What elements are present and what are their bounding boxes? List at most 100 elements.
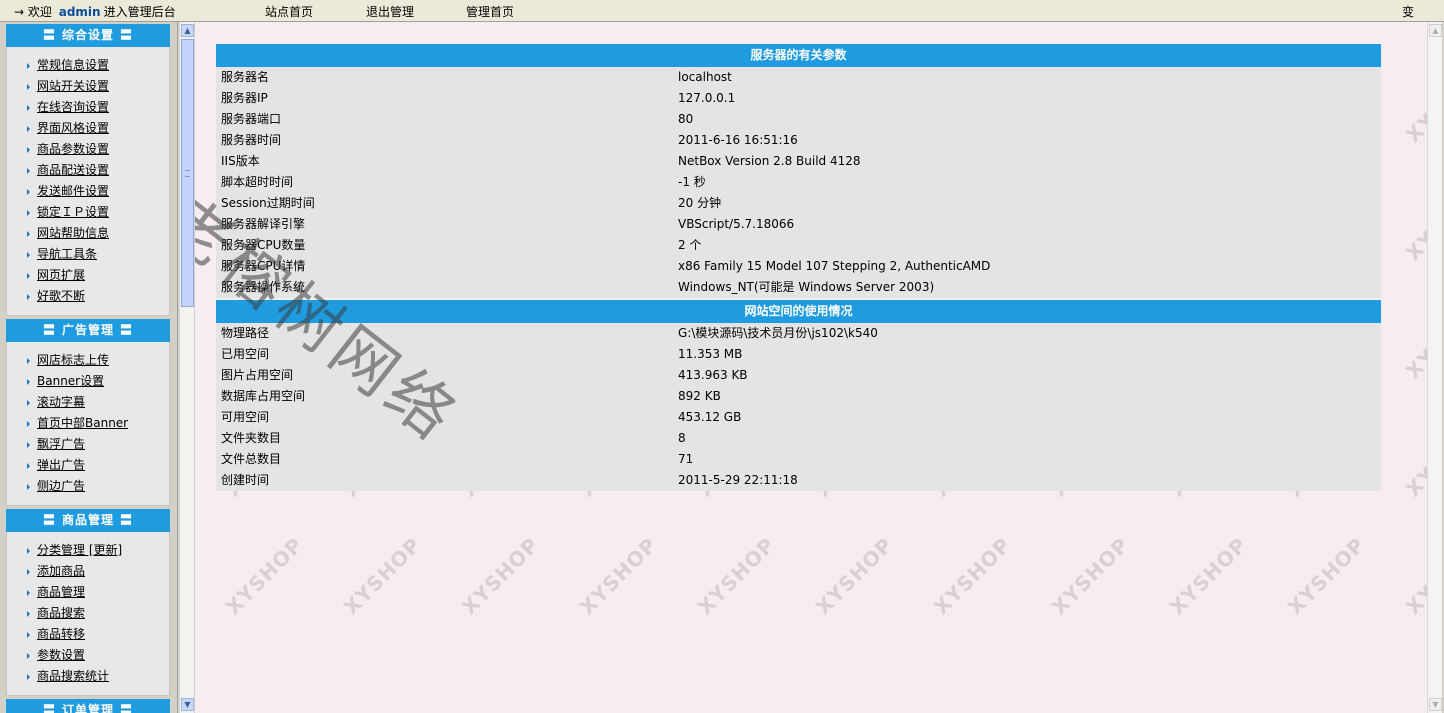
main-scrollbar[interactable]: ▲ ▼ (1427, 22, 1442, 713)
info-row: 文件总数目 71 (216, 449, 1381, 470)
arrow-right-icon (27, 569, 30, 575)
sidebar-menu-label[interactable]: 常规信息设置 (37, 58, 109, 72)
sidebar-menu-item[interactable]: 商品管理 (7, 582, 169, 603)
sidebar-menu-label[interactable]: 商品配送设置 (37, 163, 109, 177)
sidebar-menu-item[interactable]: 滚动字幕 (7, 392, 169, 413)
sidebar-menu-label[interactable]: 网站开关设置 (37, 79, 109, 93)
arrow-right-icon (27, 358, 30, 364)
sidebar-menu-label[interactable]: 好歌不断 (37, 289, 85, 303)
info-label: 数据库占用空间 (221, 389, 306, 403)
arrow-right-icon (27, 379, 30, 385)
arrow-icon: → (14, 5, 25, 19)
welcome-suffix: 进入管理后台 (103, 5, 176, 19)
sidebar-menu-label[interactable]: 添加商品 (37, 564, 85, 578)
info-row: 服务器端口 80 (216, 109, 1381, 130)
bars-icon: 〓 (42, 323, 56, 337)
info-row: 服务器解译引擎 VBScript/5.7.18066 (216, 214, 1381, 235)
sidebar-menu-label[interactable]: 商品转移 (37, 627, 85, 641)
sidebar-menu-label[interactable]: 分类管理 [更新] (37, 543, 122, 557)
sidebar-menu-item[interactable]: 好歌不断 (7, 286, 169, 307)
scroll-down-icon[interactable]: ▼ (1429, 698, 1442, 711)
sidebar-menu-item[interactable]: 发送邮件设置 (7, 181, 169, 202)
sidebar-menu-item[interactable]: Banner设置 (7, 371, 169, 392)
sidebar-menu-label[interactable]: 导航工具条 (37, 247, 97, 261)
sidebar-menu-label[interactable]: 飘浮广告 (37, 437, 85, 451)
sidebar-menu-label[interactable]: 网页扩展 (37, 268, 85, 282)
sidebar-section-title[interactable]: 〓综合设置〓 (6, 24, 170, 47)
sidebar-menu-item[interactable]: 商品参数设置 (7, 139, 169, 160)
sidebar-menu-item[interactable]: 网店标志上传 (7, 350, 169, 371)
sidebar-menu-item[interactable]: 商品配送设置 (7, 160, 169, 181)
info-label: 已用空间 (221, 347, 270, 361)
sidebar-menu-label[interactable]: 在线咨询设置 (37, 100, 109, 114)
info-value: -1 秒 (678, 175, 706, 189)
nav-site-home-link[interactable]: 站点首页 (265, 3, 313, 20)
sidebar-menu-label[interactable]: 参数设置 (37, 648, 85, 662)
sidebar-menu-item[interactable]: 添加商品 (7, 561, 169, 582)
arrow-right-icon (27, 611, 30, 617)
sidebar-section-title[interactable]: 〓订单管理〓 (6, 699, 170, 713)
info-label: 服务器端口 (221, 112, 282, 126)
sidebar-menu-item[interactable]: 分类管理 [更新] (7, 540, 169, 561)
sidebar-menu-item[interactable]: 导航工具条 (7, 244, 169, 265)
sidebar-menu-item[interactable]: 侧边广告 (7, 476, 169, 497)
arrow-right-icon (27, 210, 30, 216)
sidebar-menu-item[interactable]: 参数设置 (7, 645, 169, 666)
sidebar-section: 〓广告管理〓网店标志上传 Banner设置 滚动字幕首页中部Banner 飘浮广告弹出… (6, 319, 170, 506)
sidebar-section-label: 订单管理 (61, 703, 114, 713)
sidebar-menu-label[interactable]: 网站帮助信息 (37, 226, 109, 240)
nav-admin-home-link[interactable]: 管理首页 (466, 3, 514, 20)
info-row: 服务器CPU详情 x86 Family 15 Model 107 Stepping… (216, 256, 1381, 277)
sidebar-menu-label[interactable]: 侧边广告 (37, 479, 85, 493)
nav-logout-link[interactable]: 退出管理 (366, 3, 414, 20)
sidebar-menu-item[interactable]: 首页中部Banner (7, 413, 169, 434)
sidebar-menu-item[interactable]: 网页扩展 (7, 265, 169, 286)
sidebar-menu-item[interactable]: 网站帮助信息 (7, 223, 169, 244)
info-value: 2011-5-29 22:11:18 (678, 473, 798, 487)
info-label: 文件夹数目 (221, 431, 282, 445)
info-value: localhost (678, 70, 732, 84)
sidebar-menu-item[interactable]: 常规信息设置 (7, 55, 169, 76)
watermark-text: XYSHOP (574, 532, 662, 620)
sidebar-menu-label[interactable]: 弹出广告 (37, 458, 85, 472)
sidebar-menu-item[interactable]: 锁定ＩＰ设置 (7, 202, 169, 223)
sidebar-menu-label[interactable]: 首页中部Banner (37, 416, 128, 430)
sidebar-menu-label[interactable]: 商品搜索统计 (37, 669, 109, 683)
info-value: 2011-6-16 16:51:16 (678, 133, 798, 147)
sidebar-menu-label[interactable]: Banner设置 (37, 374, 104, 388)
sidebar-menu-label[interactable]: 商品管理 (37, 585, 85, 599)
scroll-down-icon[interactable]: ▼ (181, 698, 194, 711)
arrow-right-icon (27, 674, 30, 680)
scrollbar-thumb[interactable] (181, 39, 194, 307)
info-value: 413.963 KB (678, 368, 748, 382)
sidebar-menu-item[interactable]: 网站开关设置 (7, 76, 169, 97)
sidebar-menu-item[interactable]: 商品转移 (7, 624, 169, 645)
sidebar-section-title[interactable]: 〓商品管理〓 (6, 509, 170, 532)
sidebar-menu-item[interactable]: 弹出广告 (7, 455, 169, 476)
sidebar-menu-label[interactable]: 商品参数设置 (37, 142, 109, 156)
scroll-up-icon[interactable]: ▲ (1429, 24, 1442, 37)
sidebar-menu-item[interactable]: 飘浮广告 (7, 434, 169, 455)
bars-icon: 〓 (120, 513, 134, 527)
info-row: IIS版本 NetBox Version 2.8 Build 4128 (216, 151, 1381, 172)
sidebar-menu-label[interactable]: 网店标志上传 (37, 353, 109, 367)
sidebar-menu-label[interactable]: 商品搜索 (37, 606, 85, 620)
sidebar-menu-item[interactable]: 界面风格设置 (7, 118, 169, 139)
sidebar-section-label: 综合设置 (61, 28, 114, 42)
sidebar-menu-item[interactable]: 商品搜索统计 (7, 666, 169, 687)
sidebar-menu-label[interactable]: 发送邮件设置 (37, 184, 109, 198)
watermark-text: XYSHOP (220, 532, 308, 620)
info-value: 127.0.0.1 (678, 91, 736, 105)
sidebar-menu-item[interactable]: 商品搜索 (7, 603, 169, 624)
scroll-up-icon[interactable]: ▲ (181, 24, 194, 37)
info-label: 可用空间 (221, 410, 270, 424)
sidebar-menu-label[interactable]: 滚动字幕 (37, 395, 85, 409)
info-row: 物理路径 G:\模块源码\技术员月份\js102\k540 (216, 323, 1381, 344)
watermark-text: XYSHOP (1400, 296, 1427, 384)
sidebar-menu-label[interactable]: 界面风格设置 (37, 121, 109, 135)
sidebar-section-title[interactable]: 〓广告管理〓 (6, 319, 170, 342)
sidebar-menu-label[interactable]: 锁定ＩＰ设置 (37, 205, 109, 219)
welcome-message: → 欢迎 admin 进入管理后台 (14, 3, 176, 20)
sidebar-scrollbar[interactable]: ▲ ▼ (179, 22, 194, 713)
sidebar-menu-item[interactable]: 在线咨询设置 (7, 97, 169, 118)
